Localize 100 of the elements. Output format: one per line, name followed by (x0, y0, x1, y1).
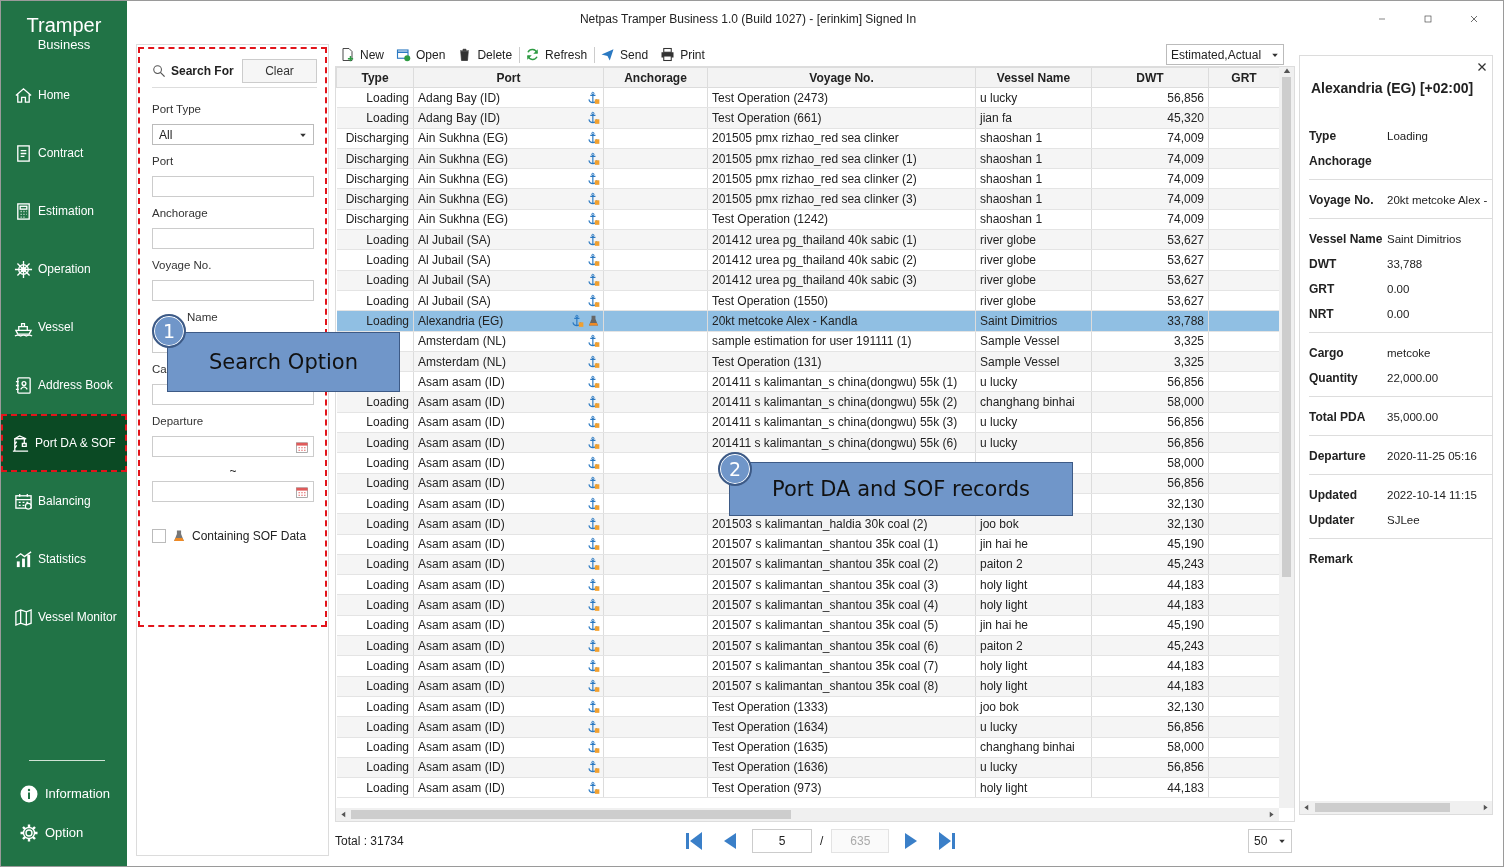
anchor-icon[interactable] (587, 131, 600, 146)
checkbox[interactable] (152, 529, 166, 543)
table-row[interactable]: Loading Asam asam (ID) Test Operation (1333) joo bok 32,130 (336, 696, 1279, 717)
nav-item[interactable]: Estimation (1, 182, 127, 240)
anchor-icon[interactable] (587, 638, 600, 653)
column-header[interactable]: Type (336, 67, 414, 88)
anchor-icon[interactable] (587, 334, 600, 349)
toolbar-button[interactable]: Open (391, 44, 453, 65)
table-row[interactable]: Loading Al Jubail (SA) 201412 urea pg_thailand 40k sabic (2) river globe 53,627 (336, 249, 1279, 271)
table-row[interactable]: Loading Asam asam (ID) 201507 s kalimantan_shantou 35k coal (6) paiton 2 45,243 (336, 635, 1279, 656)
anchor-icon[interactable] (571, 313, 584, 328)
nav-item[interactable]: Option (1, 814, 127, 851)
nav-item[interactable]: Statistics (1, 530, 127, 588)
scrollbar[interactable] (1300, 801, 1492, 814)
anchor-icon[interactable] (587, 557, 600, 572)
scrollbar[interactable] (1279, 67, 1294, 808)
anchor-icon[interactable] (587, 577, 600, 592)
nav-item[interactable]: Operation (1, 240, 127, 298)
calendar-icon[interactable] (295, 484, 309, 499)
anchor-icon[interactable] (587, 374, 600, 389)
nav-item[interactable]: Port DA & SOF (1, 414, 127, 472)
table-row[interactable]: Loading Asam asam (ID) 201411 s kalimantan_s china(dongwu) 55k (3) u lucky 56,856 (336, 412, 1279, 433)
table-row[interactable]: Discharging Ain Sukhna (EG) 201505 pmx rizhao_red sea clinker (1) shaoshan 1 74,009 (336, 148, 1279, 169)
table-row[interactable]: Loading Asam asam (ID) Test Operation (1636) u lucky 56,856 (336, 757, 1279, 778)
table-row[interactable]: Loading Asam asam (ID) 201507 s kalimantan_shantou 35k coal (8) holy light 44,183 (336, 676, 1279, 697)
table-row[interactable]: Loading Al Jubail (SA) Test Operation (1550) river globe 53,627 (336, 290, 1279, 311)
table-row[interactable]: Loading Adang Bay (ID) Test Operation (661) jian fa 45,320 (336, 107, 1279, 129)
anchor-icon[interactable] (587, 719, 600, 734)
anchor-icon[interactable] (587, 354, 600, 369)
table-row[interactable]: Loading Adang Bay (ID) Test Operation (2473) u lucky 56,856 (336, 87, 1279, 108)
anchor-icon[interactable] (587, 780, 600, 795)
table-row[interactable]: Loading Al Jubail (SA) 201412 urea pg_thailand 40k sabic (3) river globe 53,627 (336, 270, 1279, 291)
anchor-icon[interactable] (587, 90, 600, 105)
anchor-icon[interactable] (587, 658, 600, 673)
table-row[interactable]: Loading Alexandria (EG) 20kt metcoke Alex - Kandla Saint Dimitrios 33,788 (336, 310, 1279, 332)
table-row[interactable]: Loading Asam asam (ID) 201507 s kalimantan_shantou 35k coal (1) jin hai he 45,190 (336, 534, 1279, 555)
anchor-icon[interactable] (587, 415, 600, 430)
anchor-icon[interactable] (587, 212, 600, 227)
table-row[interactable]: Loading Asam asam (ID) 201507 s kalimantan_shantou 35k coal (4) holy light 44,183 (336, 594, 1279, 616)
table-row[interactable]: Loading Asam asam (ID) 201507 s kalimantan_shantou 35k coal (3) holy light 44,183 (336, 574, 1279, 595)
column-header[interactable]: Voyage No. (707, 67, 976, 88)
table-row[interactable]: Discharging Ain Sukhna (EG) 201505 pmx rizhao_red sea clinker (3) shaoshan 1 74,009 (336, 189, 1279, 210)
column-header[interactable]: GRT (1208, 67, 1279, 88)
table-row[interactable]: Loading Asam asam (ID) 201507 s kalimantan_shantou 35k coal (7) holy light 44,183 (336, 655, 1279, 677)
anchor-icon[interactable] (587, 293, 600, 308)
nav-item[interactable]: Contract (1, 124, 127, 182)
anchor-icon[interactable] (587, 253, 600, 267)
column-header[interactable]: Anchorage (603, 67, 708, 88)
anchor-icon[interactable] (587, 699, 600, 714)
anchor-icon[interactable] (587, 232, 600, 247)
calendar-icon[interactable] (295, 439, 309, 454)
anchor-icon[interactable] (587, 537, 600, 552)
nav-item[interactable]: Vessel (1, 298, 127, 356)
view-dropdown[interactable]: Estimated,Actual (1166, 44, 1284, 65)
table-row[interactable]: Loading Asam asam (ID) Test Operation (973) holy light 44,183 (336, 777, 1279, 798)
table-row[interactable]: Loading Asam asam (ID) 201411 s kalimantan_s china(dongwu) 55k (6) u lucky 56,856 (336, 432, 1279, 453)
nav-item[interactable]: Information (1, 775, 127, 812)
dropdown[interactable]: All (152, 124, 314, 145)
clear-button[interactable]: Clear (242, 59, 317, 83)
scrollbar[interactable] (336, 808, 1279, 821)
anchor-icon[interactable] (587, 273, 600, 288)
toolbar-button[interactable]: New (335, 44, 391, 65)
anchor-icon[interactable] (587, 476, 600, 491)
input-field[interactable] (152, 228, 314, 249)
column-header[interactable]: DWT (1091, 67, 1209, 88)
anchor-icon[interactable] (587, 151, 600, 166)
input-field[interactable] (152, 280, 314, 301)
flask-icon[interactable] (587, 313, 600, 328)
date-field[interactable] (152, 481, 314, 502)
page-size-dropdown[interactable]: 50 (1248, 829, 1292, 853)
nav-item[interactable]: Home (1, 66, 127, 124)
anchor-icon[interactable] (587, 598, 600, 613)
anchor-icon[interactable] (587, 171, 600, 186)
toolbar-button[interactable]: Delete (452, 44, 520, 65)
anchor-icon[interactable] (587, 516, 600, 531)
anchor-icon[interactable] (587, 110, 600, 125)
anchor-icon[interactable] (587, 435, 600, 450)
page-input[interactable]: 5 (752, 829, 812, 853)
table-row[interactable]: Discharging Ain Sukhna (EG) 201505 pmx rizhao_red sea clinker (2) shaoshan 1 74,009 (336, 168, 1279, 189)
toolbar-button[interactable]: Print (655, 44, 712, 65)
input-field[interactable] (152, 176, 314, 197)
anchor-icon[interactable] (587, 679, 600, 694)
anchor-icon[interactable] (587, 192, 600, 207)
table-row[interactable]: Loading Al Jubail (SA) 201412 urea pg_thailand 40k sabic (1) river globe 53,627 (336, 229, 1279, 250)
nav-item[interactable]: Address Book (1, 356, 127, 414)
column-header[interactable]: Vessel Name (975, 67, 1092, 88)
toolbar-button[interactable]: Refresh (520, 44, 595, 65)
anchor-icon[interactable] (587, 618, 600, 633)
column-header[interactable]: Port (413, 67, 604, 88)
nav-item[interactable]: Vessel Monitor (1, 588, 127, 646)
table-row[interactable]: Loading Asam asam (ID) 201411 s kalimantan_s china(dongwu) 55k (2) changhang binhai 58,000 (336, 391, 1279, 413)
toolbar-button[interactable]: Send (595, 44, 656, 65)
anchor-icon[interactable] (587, 496, 600, 511)
table-row[interactable]: Loading Asam asam (ID) 201507 s kalimantan_shantou 35k coal (5) jin hai he 45,190 (336, 615, 1279, 636)
anchor-icon[interactable] (587, 740, 600, 755)
anchor-icon[interactable] (587, 760, 600, 775)
date-field[interactable] (152, 436, 314, 457)
table-row[interactable]: Loading Asam asam (ID) Test Operation (1634) u lucky 56,856 (336, 716, 1279, 737)
table-row[interactable]: Loading Asam asam (ID) 201507 s kalimantan_shantou 35k coal (2) paiton 2 45,243 (336, 554, 1279, 575)
table-row[interactable]: Discharging Ain Sukhna (EG) Test Operation (1242) shaoshan 1 74,009 (336, 209, 1279, 230)
